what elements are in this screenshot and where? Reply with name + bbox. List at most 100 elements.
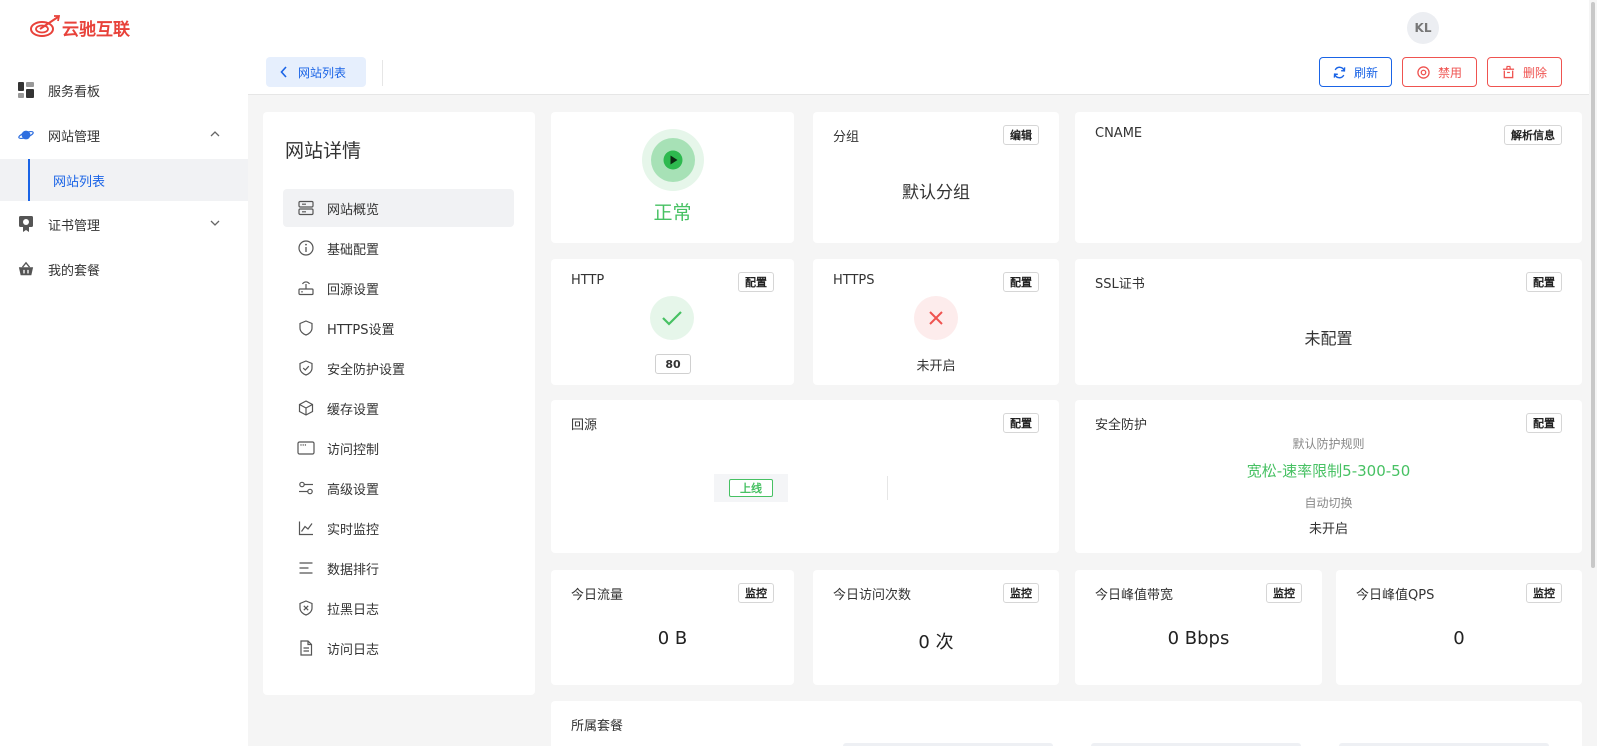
origin-config-button[interactable]: 配置 (1003, 413, 1039, 433)
menu-label: 缓存设置 (327, 402, 380, 418)
qps-monitor-button[interactable]: 监控 (1526, 583, 1562, 603)
status-text: 正常 (653, 202, 692, 224)
shield-icon (297, 319, 315, 337)
http-enabled-indicator (650, 296, 694, 340)
http-card: HTTP 配置 80 (551, 259, 794, 385)
cname-card: CNAME 解析信息 (1075, 112, 1582, 243)
card-label: 今日访问次数 (833, 588, 912, 603)
window-icon (297, 439, 315, 457)
default-rule-caption: 默认防护规则 (1292, 437, 1365, 451)
disable-label: 禁用 (1437, 65, 1462, 80)
close-icon (929, 311, 943, 325)
card-label: HTTPS (833, 273, 875, 288)
delete-label: 删除 (1522, 65, 1547, 80)
delete-button[interactable]: 删除 (1487, 57, 1562, 87)
menu-label: 安全防护设置 (327, 362, 406, 378)
nav-item-site-management[interactable]: 网站管理 (0, 115, 248, 155)
origin-card: 回源 配置 上线 (551, 400, 1059, 553)
menu-item-realtime-monitor[interactable]: 实时监控 (283, 509, 514, 547)
visits-value: 0 次 (918, 632, 954, 653)
default-rule-name[interactable]: 宽松-速率限制5-300-50 (1075, 460, 1582, 481)
edit-group-button[interactable]: 编辑 (1003, 125, 1039, 145)
back-to-site-list-button[interactable]: 网站列表 (266, 57, 366, 87)
logo-swirl-icon (30, 15, 60, 37)
resolve-info-button[interactable]: 解析信息 (1504, 125, 1562, 145)
bandwidth-value: 0 Bbps (1167, 628, 1230, 649)
nav-item-my-plan[interactable]: 我的套餐 (0, 249, 248, 289)
menu-item-https-settings[interactable]: HTTPS设置 (283, 309, 514, 347)
left-navigation: 云驰互联 服务看板 网站管理 网站列表 证书管理 我的套餐 (0, 0, 248, 746)
group-value: 默认分组 (902, 183, 970, 203)
document-icon (297, 639, 315, 657)
visits-monitor-button[interactable]: 监控 (1003, 583, 1039, 603)
user-avatar[interactable]: KL (1407, 12, 1439, 44)
certificate-icon (18, 216, 34, 232)
brand-logo[interactable]: 云驰互联 (28, 12, 130, 42)
menu-label: 访问控制 (327, 442, 380, 458)
server-icon (297, 199, 315, 217)
nav-item-dashboard[interactable]: 服务看板 (0, 70, 248, 110)
auto-switch-status: 未开启 (1308, 522, 1348, 537)
trash-icon (1502, 65, 1515, 79)
status-indicator (642, 129, 704, 191)
chevron-down-icon (210, 220, 220, 226)
nav-item-certificate-management[interactable]: 证书管理 (0, 204, 248, 244)
auto-switch-caption: 自动切换 (1304, 496, 1353, 510)
menu-item-cache-settings[interactable]: 缓存设置 (283, 389, 514, 427)
bandwidth-monitor-button[interactable]: 监控 (1266, 583, 1302, 603)
menu-item-access-log[interactable]: 访问日志 (283, 629, 514, 667)
check-icon (662, 311, 682, 326)
menu-item-blacklist-log[interactable]: 拉黑日志 (283, 589, 514, 627)
refresh-button[interactable]: 刷新 (1319, 57, 1392, 87)
disable-button[interactable]: 禁用 (1402, 57, 1477, 87)
https-status: 未开启 (916, 359, 956, 374)
chevron-left-icon (280, 66, 287, 78)
plan-card: 所属套餐 (551, 701, 1582, 746)
security-config-button[interactable]: 配置 (1526, 413, 1562, 433)
page-scrollbar[interactable] (1589, 0, 1597, 746)
menu-item-advanced-settings[interactable]: 高级设置 (283, 469, 514, 507)
http-config-button[interactable]: 配置 (738, 272, 774, 292)
group-card: 分组 编辑 默认分组 (813, 112, 1059, 243)
chart-line-icon (297, 519, 315, 537)
nav-item-site-list[interactable]: 网站列表 (0, 159, 248, 201)
https-config-button[interactable]: 配置 (1003, 272, 1039, 292)
traffic-card: 今日流量 监控 0 B (551, 570, 794, 685)
https-disabled-indicator (914, 296, 958, 340)
menu-item-origin-settings[interactable]: 回源设置 (283, 269, 514, 307)
shield-x-icon (297, 599, 315, 617)
menu-label: 访问日志 (327, 642, 380, 658)
menu-label: HTTPS设置 (327, 322, 395, 338)
basket-icon (18, 261, 34, 277)
menu-label: 基础配置 (327, 242, 380, 258)
chevron-up-icon (210, 131, 220, 137)
menu-item-overview[interactable]: 网站概览 (283, 189, 514, 227)
traffic-monitor-button[interactable]: 监控 (738, 583, 774, 603)
shield-check-icon (297, 359, 315, 377)
sliders-icon (297, 479, 315, 497)
nav-label: 我的套餐 (48, 263, 101, 279)
qps-value: 0 (1453, 628, 1465, 649)
card-label: 今日流量 (571, 588, 624, 603)
menu-item-basic-config[interactable]: 基础配置 (283, 229, 514, 267)
info-icon (297, 239, 315, 257)
top-header: KL 网站列表 刷新 禁用 删除 (248, 0, 1597, 95)
menu-item-access-control[interactable]: 访问控制 (283, 429, 514, 467)
https-card: HTTPS 配置 未开启 (813, 259, 1059, 385)
card-label: HTTP (571, 273, 605, 288)
refresh-label: 刷新 (1353, 65, 1378, 80)
ssl-config-button[interactable]: 配置 (1526, 272, 1562, 292)
card-label: CNAME (1095, 126, 1143, 141)
ssl-status: 未配置 (1304, 329, 1353, 348)
http-port-badge: 80 (655, 354, 691, 374)
card-label: SSL证书 (1095, 277, 1145, 292)
online-status-badge: 上线 (729, 479, 773, 497)
traffic-value: 0 B (657, 628, 688, 649)
security-card: 安全防护 配置 默认防护规则 宽松-速率限制5-300-50 自动切换 未开启 (1075, 400, 1582, 553)
planet-icon (18, 127, 34, 143)
menu-item-security-settings[interactable]: 安全防护设置 (283, 349, 514, 387)
menu-item-data-ranking[interactable]: 数据排行 (283, 549, 514, 587)
detail-title: 网站详情 (285, 140, 362, 162)
header-divider (382, 60, 383, 86)
scrollbar-thumb[interactable] (1591, 2, 1595, 568)
